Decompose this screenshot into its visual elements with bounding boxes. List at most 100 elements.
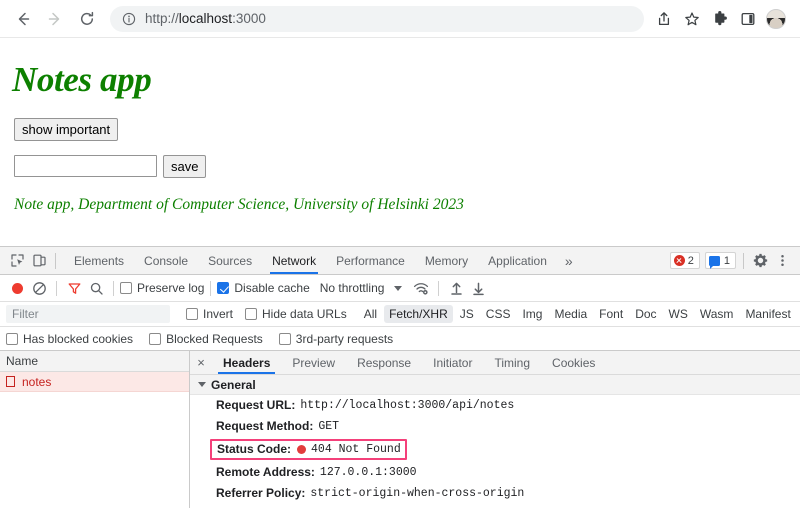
search-icon[interactable] xyxy=(85,277,107,299)
devtools-tab-console[interactable]: Console xyxy=(134,247,198,274)
devtools-tab-sources[interactable]: Sources xyxy=(198,247,262,274)
has-blocked-cookies-checkbox[interactable]: Has blocked cookies xyxy=(6,332,133,346)
device-toolbar-icon[interactable] xyxy=(28,250,50,272)
star-icon[interactable] xyxy=(678,5,706,33)
general-section-header[interactable]: General xyxy=(190,375,800,395)
toolbar-divider xyxy=(113,280,114,296)
note-form: save xyxy=(14,155,792,178)
page-footer: Note app, Department of Computer Science… xyxy=(14,196,464,213)
type-filter-css[interactable]: CSS xyxy=(481,305,516,323)
devtools-tab-performance[interactable]: Performance xyxy=(326,247,415,274)
address-bar[interactable]: http://localhost:3000 xyxy=(110,5,644,32)
type-filter-ws[interactable]: WS xyxy=(664,305,693,323)
info-circle-icon[interactable] xyxy=(122,12,136,26)
error-count-badge[interactable]: 2 xyxy=(669,252,700,269)
devtools-tab-network[interactable]: Network xyxy=(262,247,326,274)
third-party-requests-checkbox[interactable]: 3rd-party requests xyxy=(278,332,393,346)
type-filter-js[interactable]: JS xyxy=(455,305,479,323)
disable-cache-checkbox[interactable]: Disable cache xyxy=(217,281,310,295)
detail-tabs: × Headers Preview Response Initiator Tim… xyxy=(190,351,800,375)
header-key: Status Code: xyxy=(217,442,292,456)
page-content: Notes app show important save Note app, … xyxy=(0,38,800,246)
preserve-log-checkbox[interactable]: Preserve log xyxy=(120,281,204,295)
type-filter-wasm[interactable]: Wasm xyxy=(695,305,739,323)
type-filter-media[interactable]: Media xyxy=(549,305,592,323)
network-filter-bar: Invert Hide data URLs All Fetch/XHR JS C… xyxy=(0,302,800,327)
detail-tab-timing[interactable]: Timing xyxy=(483,351,541,374)
detail-tab-headers[interactable]: Headers xyxy=(212,351,281,374)
checkbox-box xyxy=(245,308,258,320)
message-count-badge[interactable]: 1 xyxy=(704,252,736,269)
header-row-remote-address: Remote Address: 127.0.0.1:3000 xyxy=(190,462,800,483)
filter-icon[interactable] xyxy=(63,277,85,299)
devtools-tab-application[interactable]: Application xyxy=(478,247,557,274)
devtools-tabbar: Elements Console Sources Network Perform… xyxy=(0,247,800,275)
network-body: Name notes × Headers Preview Response In… xyxy=(0,351,800,508)
hide-data-urls-label: Hide data URLs xyxy=(262,307,347,321)
devtools-tab-elements[interactable]: Elements xyxy=(64,247,134,274)
header-key: Referrer Policy: xyxy=(216,486,306,500)
page-title: Notes app xyxy=(12,60,152,99)
import-har-icon[interactable] xyxy=(445,277,467,299)
invert-checkbox[interactable]: Invert xyxy=(186,307,233,321)
devtools-tab-memory[interactable]: Memory xyxy=(415,247,478,274)
note-input[interactable] xyxy=(14,155,157,177)
throttling-dropdown[interactable]: No throttling xyxy=(320,281,403,295)
forward-icon xyxy=(42,6,68,32)
header-value: http://localhost:3000/api/notes xyxy=(300,399,515,412)
status-code-value: 404 Not Found xyxy=(311,443,401,456)
save-button[interactable]: save xyxy=(163,155,207,178)
show-important-row: show important xyxy=(14,118,792,141)
clear-icon[interactable] xyxy=(28,277,50,299)
export-har-icon[interactable] xyxy=(467,277,489,299)
devtools-more-tabs-icon[interactable]: » xyxy=(557,247,581,274)
chevron-down-icon xyxy=(198,382,206,387)
type-filter-fetch-xhr[interactable]: Fetch/XHR xyxy=(384,305,453,323)
blocked-requests-checkbox[interactable]: Blocked Requests xyxy=(149,332,263,346)
show-important-button[interactable]: show important xyxy=(14,118,119,141)
record-button[interactable] xyxy=(6,277,28,299)
toolbar-divider xyxy=(56,280,57,296)
request-name: notes xyxy=(22,374,52,389)
request-list-header[interactable]: Name xyxy=(0,351,189,372)
detail-tab-preview[interactable]: Preview xyxy=(281,351,346,374)
document-icon xyxy=(6,376,15,387)
type-filter-img[interactable]: Img xyxy=(517,305,547,323)
share-icon[interactable] xyxy=(650,5,678,33)
hide-data-urls-checkbox[interactable]: Hide data URLs xyxy=(245,307,347,321)
inspect-element-icon[interactable] xyxy=(6,250,28,272)
detail-tab-cookies[interactable]: Cookies xyxy=(541,351,606,374)
type-filter-font[interactable]: Font xyxy=(594,305,628,323)
chevron-down-icon xyxy=(394,285,403,291)
type-filter-doc[interactable]: Doc xyxy=(630,305,661,323)
back-icon[interactable] xyxy=(10,6,36,32)
type-filter-all[interactable]: All xyxy=(359,305,382,323)
devtools-panel: Elements Console Sources Network Perform… xyxy=(0,246,800,508)
header-row-referrer-policy: Referrer Policy: strict-origin-when-cros… xyxy=(190,483,800,504)
network-toolbar: Preserve log Disable cache No throttling xyxy=(0,275,800,302)
gear-icon[interactable] xyxy=(749,250,771,272)
network-conditions-icon[interactable] xyxy=(410,277,432,299)
header-row-request-method: Request Method: GET xyxy=(190,416,800,437)
close-icon[interactable]: × xyxy=(190,351,212,374)
side-panel-icon[interactable] xyxy=(734,5,762,33)
message-icon xyxy=(708,255,720,269)
invert-label: Invert xyxy=(203,307,234,321)
error-icon xyxy=(673,255,685,266)
detail-tab-response[interactable]: Response xyxy=(346,351,422,374)
avatar[interactable] xyxy=(762,5,790,33)
table-row[interactable]: notes xyxy=(0,372,189,392)
puzzle-icon[interactable] xyxy=(706,5,734,33)
status-dot-icon xyxy=(297,445,307,454)
general-section-label: General xyxy=(211,377,256,392)
network-blocked-bar: Has blocked cookies Blocked Requests 3rd… xyxy=(0,327,800,351)
type-filter-manifest[interactable]: Manifest xyxy=(740,305,795,323)
filter-input[interactable] xyxy=(6,305,170,323)
header-key: Request Method: xyxy=(216,419,314,433)
reload-icon[interactable] xyxy=(74,6,100,32)
url-host: localhost xyxy=(178,11,233,26)
detail-tab-initiator[interactable]: Initiator xyxy=(422,351,483,374)
address-bar-url: http://localhost:3000 xyxy=(145,11,266,26)
error-count-label: 2 xyxy=(687,254,694,267)
kebab-menu-icon[interactable] xyxy=(771,250,793,272)
